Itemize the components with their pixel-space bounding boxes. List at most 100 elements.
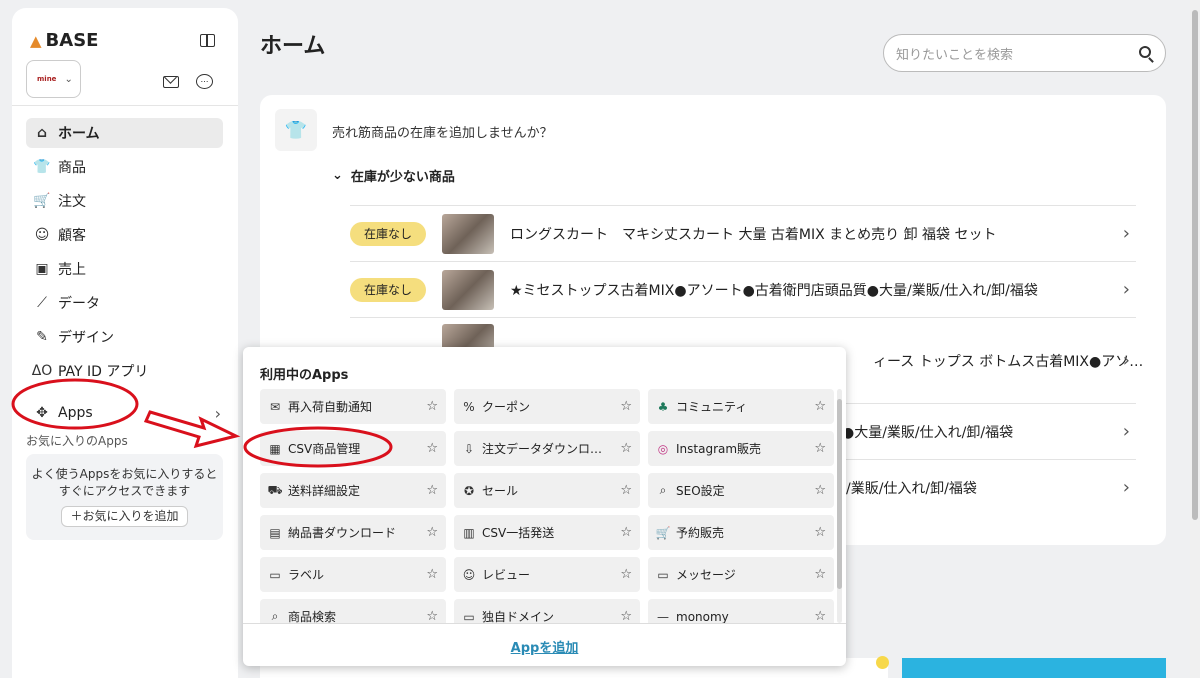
star-icon[interactable]: ☆	[620, 441, 632, 456]
add-favorite-button[interactable]: ＋お気に入りを追加	[61, 506, 188, 527]
sidebar-item-label: Apps	[58, 405, 93, 421]
sidebar-item-home[interactable]: ⌂ ホーム	[26, 118, 223, 148]
sidebar: ▲ BASE mine ⌄ … ⌂ ホーム 👕 商品 🛒 注文 ☺ 顧客 ▣ 売…	[12, 8, 238, 678]
star-icon[interactable]: ☆	[426, 399, 438, 414]
app-csv-shipping[interactable]: ▥ CSV一括発送 ☆	[454, 515, 640, 550]
sidebar-item-payid[interactable]: ΔΟ PAY ID アプリ	[26, 356, 223, 386]
shipping-icon: ▥	[463, 525, 475, 540]
star-icon[interactable]: ☆	[620, 399, 632, 414]
sidebar-item-label: ホーム	[58, 126, 100, 142]
sidebar-item-data[interactable]: ⟋ データ	[26, 288, 223, 318]
sidebar-item-sales[interactable]: ▣ 売上	[26, 254, 223, 284]
app-label[interactable]: ▭ ラベル ☆	[260, 557, 446, 592]
sidebar-item-label: 売上	[58, 262, 86, 278]
list-item[interactable]: 在庫なし ★ミセストップス古着MIX●アソート●古着衛門店頭品質●大量/業販/仕…	[350, 261, 1136, 317]
app-label: 再入荷自動通知	[288, 400, 373, 414]
search-icon[interactable]	[1139, 46, 1151, 58]
app-label: CSV一括発送	[482, 526, 555, 540]
add-app-link[interactable]: Appを追加	[243, 637, 846, 656]
app-label: Instagram販売	[676, 442, 762, 456]
favorites-desc: よく使うAppsをお気に入りすると	[31, 467, 218, 481]
product-name: 質●大量/業販/仕入れ/卸/福袋	[828, 424, 1014, 441]
app-product-search[interactable]: ⌕ 商品検索 ☆	[260, 599, 446, 623]
app-instagram[interactable]: ◎ Instagram販売 ☆	[648, 431, 834, 466]
apps-scrollbar[interactable]	[837, 389, 842, 623]
scroll-thumb[interactable]	[837, 399, 842, 589]
star-icon[interactable]: ☆	[620, 483, 632, 498]
chevron-right-icon: ›	[1122, 350, 1130, 371]
app-seo[interactable]: ⌕ SEO設定 ☆	[648, 473, 834, 508]
star-icon[interactable]: ☆	[426, 483, 438, 498]
star-icon[interactable]: ☆	[814, 399, 826, 414]
star-icon[interactable]: ☆	[620, 567, 632, 582]
chevron-down-icon: ⌄	[332, 168, 343, 183]
app-sale[interactable]: ✪ セール ☆	[454, 473, 640, 508]
csv-icon: ▦	[269, 441, 281, 456]
sidebar-item-label: 商品	[58, 160, 86, 176]
low-stock-toggle[interactable]: ⌄ 在庫が少ない商品	[332, 166, 455, 185]
sidebar-item-design[interactable]: ✎ デザイン	[26, 322, 223, 352]
app-label: クーポン	[482, 400, 531, 414]
app-reservation[interactable]: 🛒 予約販売 ☆	[648, 515, 834, 550]
payid-icon: ΔΟ	[31, 363, 53, 379]
chevron-down-icon: ⌄	[64, 73, 73, 85]
product-name: /業販/仕入れ/卸/福袋	[846, 480, 977, 497]
chat-icon[interactable]: …	[196, 74, 213, 89]
app-community[interactable]: ♣ コミュニティ ☆	[648, 389, 834, 424]
app-label: 送料詳細設定	[288, 484, 361, 498]
star-icon[interactable]: ☆	[620, 525, 632, 540]
mail-icon[interactable]	[163, 76, 179, 88]
app-restock-notify[interactable]: ✉ 再入荷自動通知 ☆	[260, 389, 446, 424]
star-icon[interactable]: ☆	[814, 609, 826, 623]
star-icon[interactable]: ☆	[426, 525, 438, 540]
base-logo[interactable]: ▲ BASE	[30, 30, 98, 51]
page-scrollbar[interactable]	[1190, 0, 1200, 678]
sidebar-item-label: 注文	[58, 194, 86, 210]
app-coupon[interactable]: % クーポン ☆	[454, 389, 640, 424]
tshirt-icon: 👕	[275, 109, 317, 151]
star-icon[interactable]: ☆	[814, 483, 826, 498]
app-csv-products[interactable]: ▦ CSV商品管理 ☆	[260, 431, 446, 466]
message-icon: ▭	[657, 567, 669, 582]
chart-icon: ⟋	[37, 295, 47, 311]
search-input[interactable]: 知りたいことを検索	[883, 34, 1166, 72]
sidebar-item-label: PAY ID アプリ	[58, 364, 149, 380]
star-icon[interactable]: ☆	[426, 609, 438, 623]
app-label: メッセージ	[676, 568, 736, 582]
app-shipping-settings[interactable]: ⛟ 送料詳細設定 ☆	[260, 473, 446, 508]
product-name: ★ミセストップス古着MIX●アソート●古着衛門店頭品質●大量/業販/仕入れ/卸/…	[510, 282, 1038, 299]
app-invoice-download[interactable]: ▤ 納品書ダウンロード ☆	[260, 515, 446, 550]
search-icon: ⌕	[271, 609, 279, 623]
promo-banner[interactable]	[902, 658, 1166, 678]
app-review[interactable]: ☺ レビュー ☆	[454, 557, 640, 592]
star-icon[interactable]: ☆	[620, 609, 632, 623]
sale-icon: ✪	[463, 483, 475, 498]
instagram-icon: ◎	[657, 441, 669, 456]
chevron-right-icon: ›	[1122, 223, 1130, 244]
app-monomy[interactable]: — monomy ☆	[648, 599, 834, 623]
sidebar-item-products[interactable]: 👕 商品	[26, 152, 223, 182]
star-icon[interactable]: ☆	[814, 441, 826, 456]
app-message[interactable]: ▭ メッセージ ☆	[648, 557, 834, 592]
product-thumbnail	[442, 269, 494, 310]
app-order-download[interactable]: ⇩ 注文データダウンロ… ☆	[454, 431, 640, 466]
shop-selector[interactable]: mine ⌄	[26, 60, 81, 98]
sidebar-item-orders[interactable]: 🛒 注文	[26, 186, 223, 216]
page-title: ホーム	[260, 34, 326, 59]
notification-dot	[876, 656, 889, 669]
sidebar-toggle-icon[interactable]	[200, 34, 215, 47]
sidebar-item-apps[interactable]: ✥ Apps ›	[26, 398, 223, 428]
app-label: SEO設定	[676, 484, 725, 498]
scroll-thumb[interactable]	[1192, 10, 1198, 520]
list-item[interactable]: 在庫なし ロングスカート マキシ丈スカート 大量 古着MIX まとめ売り 卸 福…	[350, 205, 1136, 261]
cart-icon: 🛒	[33, 193, 51, 209]
app-label: monomy	[676, 609, 729, 624]
home-icon: ⌂	[36, 125, 48, 141]
app-custom-domain[interactable]: ▭ 独自ドメイン ☆	[454, 599, 640, 623]
sidebar-item-customers[interactable]: ☺ 顧客	[26, 220, 223, 250]
star-icon[interactable]: ☆	[814, 567, 826, 582]
star-icon[interactable]: ☆	[814, 525, 826, 540]
app-label: コミュニティ	[676, 400, 748, 414]
star-icon[interactable]: ☆	[426, 441, 438, 456]
star-icon[interactable]: ☆	[426, 567, 438, 582]
